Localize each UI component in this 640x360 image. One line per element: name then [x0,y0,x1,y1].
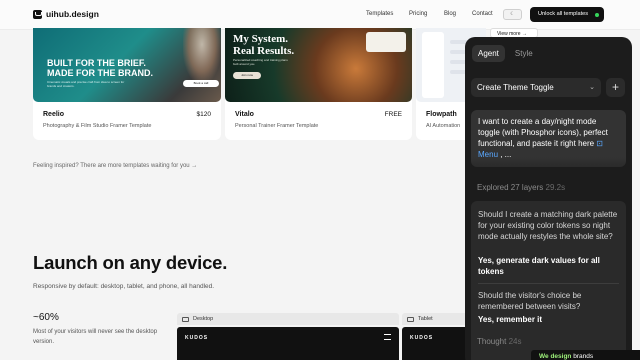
unlock-templates-label: Unlock all templates [538,11,589,17]
tab-tablet-label: Tablet [418,316,433,322]
tab-agent[interactable]: Agent [472,45,505,62]
preview-sidebar [422,32,444,98]
chevron-down-icon: ⌄ [589,84,595,91]
nav-link-contact[interactable]: Contact [472,11,493,17]
brand-badge: We design brands [531,350,640,360]
section-title: Launch on any device. [33,252,228,273]
nav-link-templates[interactable]: Templates [366,11,393,17]
preview-headline: My System. Real Results. [233,33,295,57]
template-subtitle: AI Automation [426,123,461,129]
stat-value: ~60% [33,312,59,323]
template-name: Reelio [43,111,65,118]
top-nav: uihub.design Templates Pricing Blog Cont… [0,0,640,30]
task-select[interactable]: Create Theme Toggle ⌄ [471,78,601,97]
template-price: FREE [384,111,402,118]
preview-blurb: Personalized coaching and training plans… [233,58,288,66]
tab-tablet[interactable]: Tablet [402,313,472,325]
explored-status[interactable]: Explored 27 layers 29.2s [477,183,565,192]
preview-pill: Join now [233,72,261,79]
preview-pill: Book a call [183,80,219,87]
template-subtitle: Personal Trainer Framer Template [235,123,319,129]
new-task-button[interactable]: + [606,78,625,97]
agent-panel: Agent Style Create Theme Toggle ⌄ + I wa… [465,37,632,360]
divider [478,283,619,284]
template-price: $120 [196,111,211,118]
template-name: Vitalo [235,111,254,118]
logo[interactable]: uihub.design [33,9,99,19]
tab-desktop[interactable]: Desktop [177,313,399,325]
more-templates-link[interactable]: Feeling inspired? There are more templat… [33,163,197,169]
preview-badge [366,32,406,52]
tab-style[interactable]: Style [509,45,539,62]
template-subtitle: Photography & Film Studio Framer Templat… [43,123,152,129]
thought-status[interactable]: Thought 24s [477,337,522,346]
monitor-icon [182,316,189,322]
template-card-vitalo[interactable]: My System. Real Results. Personalized co… [225,28,412,140]
preview-brand: KUDOS [410,335,434,341]
tablet-preview: KUDOS [402,327,472,360]
template-preview: BUILT FOR THE BRIEF. MADE FOR THE BRAND.… [33,28,221,102]
desktop-preview: KUDOS [177,327,399,360]
logo-text: uihub.design [46,9,99,19]
theme-toggle-button[interactable]: ☾ [503,9,522,20]
stat-description: Most of your visitors will never see the… [33,329,158,345]
nav-link-blog[interactable]: Blog [444,11,456,17]
preview-brand: KUDOS [185,335,209,341]
panel-tabs: Agent Style [472,45,539,62]
section-subtitle: Responsive by default: desktop, tablet, … [33,283,215,290]
nav-link-pricing[interactable]: Pricing [409,11,427,17]
question-1: Should I create a matching dark palette … [478,210,618,241]
unlock-templates-button[interactable]: Unlock all templates [530,7,604,22]
template-name: Flowpath [426,111,457,118]
tab-desktop-label: Desktop [193,316,214,322]
template-card-reelio[interactable]: BUILT FOR THE BRIEF. MADE FOR THE BRAND.… [33,28,221,140]
preview-headline: BUILT FOR THE BRIEF. MADE FOR THE BRAND. [47,58,153,78]
tablet-icon [407,316,414,322]
preview-figure [183,28,221,83]
task-select-value: Create Theme Toggle [477,83,554,92]
answer-2[interactable]: Yes, remember it [478,314,618,325]
status-dot-icon [595,12,599,17]
template-preview: My System. Real Results. Personalized co… [225,28,412,102]
preview-blurb: Cinematic visuals and precise craft from… [47,80,125,88]
logo-icon [33,9,42,19]
menu-icon [384,334,391,340]
answer-1[interactable]: Yes, generate dark values for all tokens [478,255,618,277]
question-2: Should the visitor's choice be remembere… [478,291,582,311]
